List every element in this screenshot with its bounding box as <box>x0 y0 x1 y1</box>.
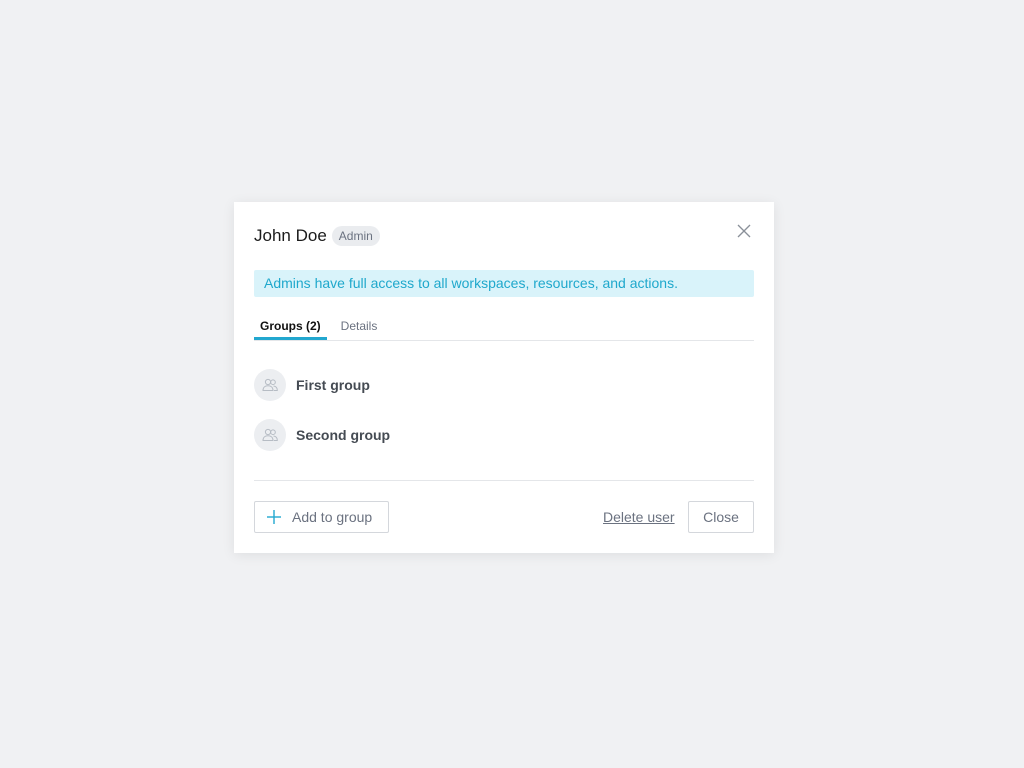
plus-icon <box>267 510 281 524</box>
role-badge: Admin <box>331 226 380 246</box>
list-item-first-group[interactable]: First group <box>254 369 370 401</box>
delete-user-link[interactable]: Delete user <box>603 509 675 525</box>
group-icon <box>254 369 286 401</box>
dialog-header: John Doe Admin <box>254 226 380 246</box>
footer-divider <box>254 480 754 481</box>
user-name: John Doe <box>254 226 327 245</box>
admin-info-banner: Admins have full access to all workspace… <box>254 270 754 297</box>
tab-groups[interactable]: Groups (2) <box>254 314 327 340</box>
tab-bar: Groups (2) Details <box>254 314 754 341</box>
close-icon[interactable] <box>736 223 752 239</box>
group-name: First group <box>296 377 370 393</box>
list-item-second-group[interactable]: Second group <box>254 419 390 451</box>
user-detail-dialog: John Doe Admin Admins have full access t… <box>234 202 774 553</box>
group-name: Second group <box>296 427 391 443</box>
add-to-group-button[interactable]: Add to group <box>254 501 389 533</box>
close-button[interactable]: Close <box>688 501 754 533</box>
group-icon <box>254 419 286 451</box>
tab-details[interactable]: Details <box>335 314 384 340</box>
add-to-group-label: Add to group <box>292 509 373 525</box>
